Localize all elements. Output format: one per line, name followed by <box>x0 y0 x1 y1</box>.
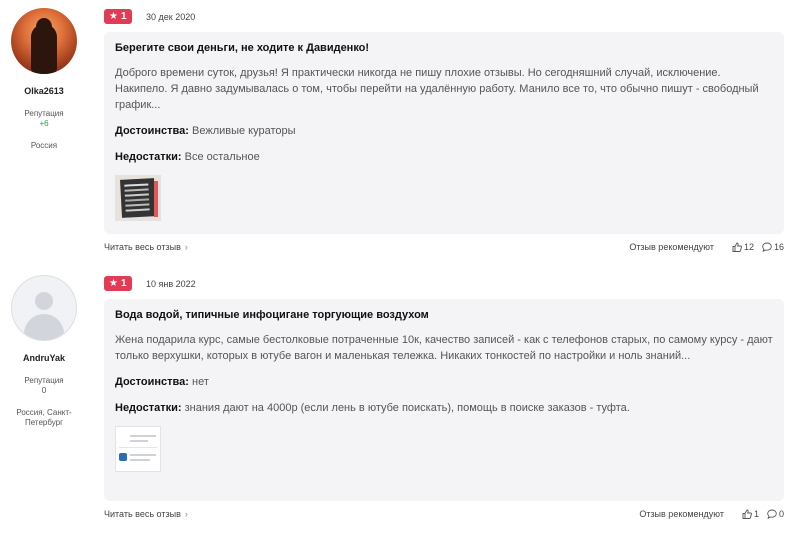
reputation-value: 0 <box>41 386 47 395</box>
review-author: Olka2613 Репутация +6 Россия <box>0 8 88 151</box>
comment-count: 16 <box>773 242 784 252</box>
review-pros: Достоинства: Вежливые кураторы <box>115 123 773 139</box>
author-name[interactable]: AndruYak <box>0 353 88 363</box>
review-footer: Читать весь отзыв › Отзыв рекомендуют 1 0 <box>104 509 784 523</box>
recommended-label: Отзыв рекомендуют <box>629 242 714 252</box>
rating-badge: ★ 1 <box>104 276 132 292</box>
review-photo-thumbnail[interactable] <box>115 426 161 472</box>
review-meta: ★ 1 30 дек 2020 <box>104 8 196 25</box>
reputation-label: Репутация <box>24 109 64 118</box>
review-date: 30 дек 2020 <box>145 11 196 22</box>
review-pros: Достоинства: нет <box>115 374 773 390</box>
thumbs-up-icon <box>742 509 752 519</box>
cons-label: Недостатки: <box>115 402 182 414</box>
review-card: Вода водой, типичные инфоцигане торгующи… <box>104 299 784 501</box>
like-button[interactable]: 12 <box>732 242 754 252</box>
review-card: Берегите свои деньги, не ходите к Давиде… <box>104 32 784 234</box>
comment-icon <box>767 509 777 519</box>
star-icon: ★ <box>109 278 118 290</box>
review-meta: ★ 1 10 янв 2022 <box>104 275 196 292</box>
review-footer: Читать весь отзыв › Отзыв рекомендуют 12 … <box>104 242 784 256</box>
comment-icon <box>762 242 772 252</box>
review-title[interactable]: Берегите свои деньги, не ходите к Давиде… <box>115 41 773 56</box>
review-item: AndruYak Репутация 0 Россия, Санкт-Петер… <box>0 268 788 542</box>
cons-value: Все остальное <box>184 151 260 163</box>
chevron-right-icon: › <box>184 509 188 519</box>
review-text: Жена подарила курс, самые бестолковые по… <box>115 334 773 362</box>
like-count: 1 <box>753 509 759 519</box>
avatar[interactable] <box>11 275 77 341</box>
pros-label: Достоинства: <box>115 376 189 388</box>
comments-button[interactable]: 16 <box>762 242 784 252</box>
read-full-review-link[interactable]: Читать весь отзыв › <box>104 509 188 519</box>
star-icon: ★ <box>109 11 118 23</box>
read-more-label: Читать весь отзыв <box>104 509 181 519</box>
rating-badge: ★ 1 <box>104 9 132 25</box>
comments-button[interactable]: 0 <box>767 509 784 519</box>
review-author: AndruYak Репутация 0 Россия, Санкт-Петер… <box>0 275 88 428</box>
review-photo-thumbnail[interactable] <box>115 175 161 221</box>
thumbs-up-icon <box>732 242 742 252</box>
comment-count: 0 <box>778 509 784 519</box>
cons-value: знания дают на 4000р (если лень в ютубе … <box>184 402 630 414</box>
review-text: Доброго времени суток, друзья! Я практич… <box>115 67 759 111</box>
like-count: 12 <box>743 242 754 252</box>
review-date: 10 янв 2022 <box>145 278 196 289</box>
reputation-label: Репутация <box>24 376 64 385</box>
reputation-value: +6 <box>39 119 49 128</box>
review-title[interactable]: Вода водой, типичные инфоцигане торгующи… <box>115 308 773 323</box>
author-name[interactable]: Olka2613 <box>0 86 88 96</box>
review-cons: Недостатки: знания дают на 4000р (если л… <box>115 400 773 416</box>
rating-value: 1 <box>120 278 127 290</box>
pros-value: Вежливые кураторы <box>192 125 296 137</box>
read-more-label: Читать весь отзыв <box>104 242 181 252</box>
review-stats: Отзыв рекомендуют 1 0 <box>639 509 784 519</box>
recommended-label: Отзыв рекомендуют <box>639 509 724 519</box>
review-stats: Отзыв рекомендуют 12 16 <box>629 242 784 252</box>
author-location: Россия <box>30 141 58 150</box>
author-location: Россия, Санкт-Петербург <box>16 408 72 427</box>
avatar[interactable] <box>11 8 77 74</box>
cons-label: Недостатки: <box>115 151 182 163</box>
read-full-review-link[interactable]: Читать весь отзыв › <box>104 242 188 252</box>
like-button[interactable]: 1 <box>742 509 759 519</box>
rating-value: 1 <box>120 11 127 23</box>
pros-value: нет <box>192 376 209 388</box>
pros-label: Достоинства: <box>115 125 189 137</box>
review-cons: Недостатки: Все остальное <box>115 149 773 165</box>
review-item: Olka2613 Репутация +6 Россия ★ 1 30 дек … <box>0 0 788 260</box>
chevron-right-icon: › <box>184 242 188 252</box>
